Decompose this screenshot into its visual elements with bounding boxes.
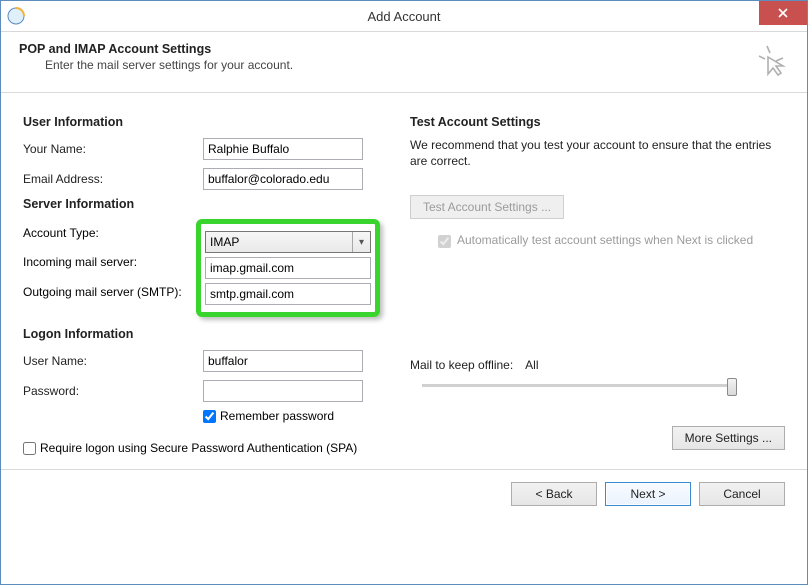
username-label: User Name: bbox=[23, 354, 203, 368]
section-user-info: User Information bbox=[23, 115, 398, 129]
account-type-value: IMAP bbox=[210, 235, 239, 249]
close-icon bbox=[778, 8, 788, 18]
mail-keep-label: Mail to keep offline: bbox=[410, 358, 513, 372]
auto-test-label: Automatically test account settings when… bbox=[457, 233, 753, 247]
slider-track bbox=[422, 384, 732, 387]
right-column: Test Account Settings We recommend that … bbox=[410, 109, 785, 455]
mail-keep-slider[interactable] bbox=[422, 378, 732, 396]
slider-thumb[interactable] bbox=[727, 378, 737, 396]
mail-keep-value: All bbox=[525, 358, 538, 372]
account-type-select[interactable]: IMAP ▾ bbox=[205, 231, 371, 253]
spa-checkbox[interactable] bbox=[23, 442, 36, 455]
cursor-icon bbox=[753, 42, 789, 78]
remember-password-checkbox[interactable] bbox=[203, 410, 216, 423]
cancel-button[interactable]: Cancel bbox=[699, 482, 785, 506]
username-input[interactable] bbox=[203, 350, 363, 372]
your-name-input[interactable] bbox=[203, 138, 363, 160]
email-label: Email Address: bbox=[23, 172, 203, 186]
chevron-down-icon: ▾ bbox=[352, 232, 370, 252]
left-column: User Information Your Name: Email Addres… bbox=[23, 109, 398, 455]
back-button[interactable]: < Back bbox=[511, 482, 597, 506]
test-recommend-text: We recommend that you test your account … bbox=[410, 137, 785, 169]
window-titlebar: Add Account bbox=[1, 1, 807, 31]
section-logon-info: Logon Information bbox=[23, 327, 398, 341]
header-title: POP and IMAP Account Settings bbox=[19, 42, 745, 56]
your-name-label: Your Name: bbox=[23, 142, 203, 156]
auto-test-checkbox[interactable] bbox=[438, 235, 451, 248]
dialog-footer: < Back Next > Cancel bbox=[1, 469, 807, 520]
app-icon bbox=[7, 7, 25, 25]
more-settings-button[interactable]: More Settings ... bbox=[672, 426, 785, 450]
section-server-info: Server Information bbox=[23, 197, 398, 211]
account-type-label: Account Type: bbox=[23, 219, 203, 247]
password-input[interactable] bbox=[203, 380, 363, 402]
test-account-button[interactable]: Test Account Settings ... bbox=[410, 195, 564, 219]
close-button[interactable] bbox=[759, 1, 807, 25]
outgoing-server-input[interactable] bbox=[205, 283, 371, 305]
header-subtitle: Enter the mail server settings for your … bbox=[45, 58, 745, 72]
next-button[interactable]: Next > bbox=[605, 482, 691, 506]
email-input[interactable] bbox=[203, 168, 363, 190]
password-label: Password: bbox=[23, 384, 203, 398]
dialog-header: POP and IMAP Account Settings Enter the … bbox=[1, 31, 807, 93]
window-title: Add Account bbox=[1, 9, 807, 24]
section-test-settings: Test Account Settings bbox=[410, 115, 785, 129]
spa-label: Require logon using Secure Password Auth… bbox=[40, 441, 357, 455]
outgoing-label: Outgoing mail server (SMTP): bbox=[23, 277, 203, 307]
incoming-label: Incoming mail server: bbox=[23, 247, 203, 277]
remember-password-label: Remember password bbox=[220, 409, 334, 423]
server-fields-highlight: IMAP ▾ bbox=[196, 219, 380, 317]
incoming-server-input[interactable] bbox=[205, 257, 371, 279]
